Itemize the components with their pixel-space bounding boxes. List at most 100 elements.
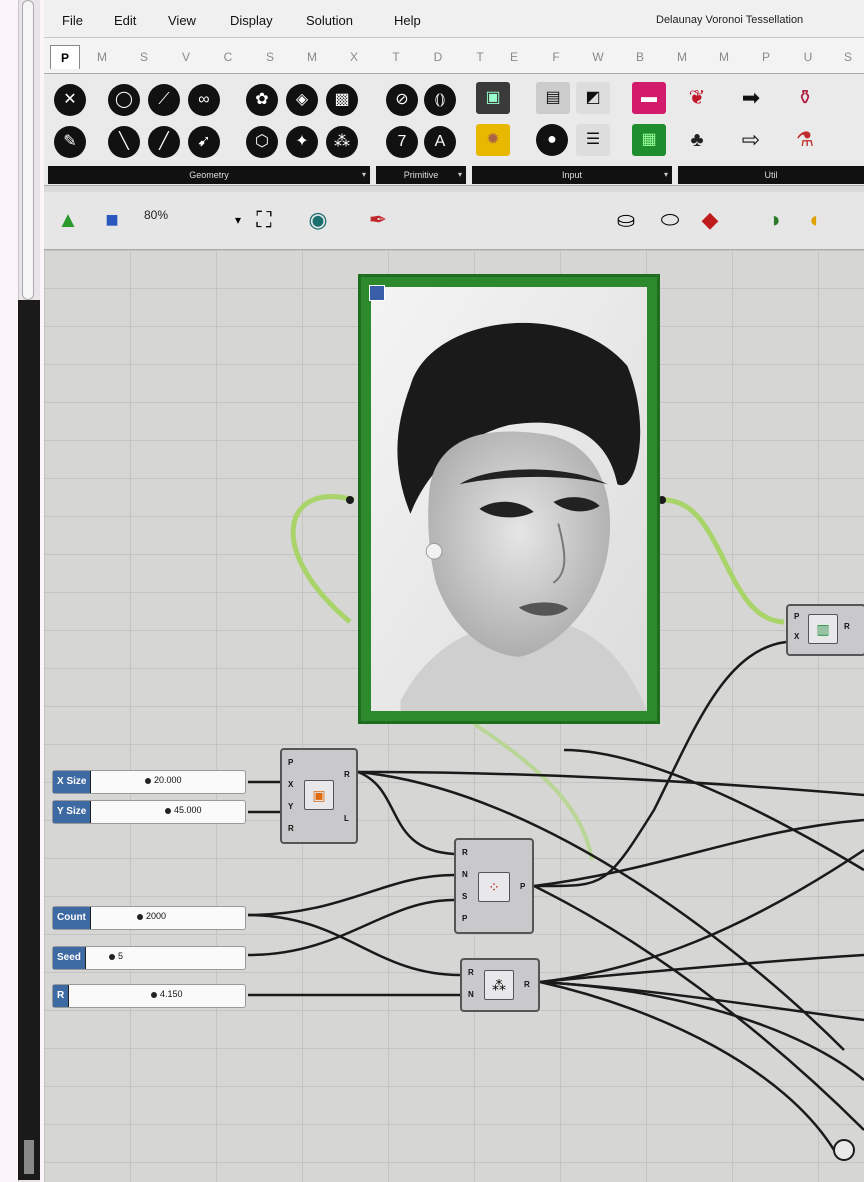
menu-file[interactable]: File <box>62 13 83 28</box>
tab-t[interactable]: T <box>378 45 414 69</box>
panel-icon[interactable]: ▤ <box>536 82 570 114</box>
menu-display[interactable]: Display <box>230 13 273 28</box>
tab-b[interactable]: B <box>622 45 658 69</box>
save-image-icon[interactable] <box>369 285 385 301</box>
sampler-input-p[interactable]: P <box>794 612 799 621</box>
util-group-label[interactable]: Util <box>678 166 864 184</box>
x-size-knob-icon[interactable] <box>145 777 151 784</box>
rectangle-component[interactable]: P X Y R ▣ R L <box>280 748 358 844</box>
zoom-level[interactable]: 80% <box>144 208 168 222</box>
count-knob-icon[interactable] <box>137 913 143 920</box>
pop-input-r[interactable]: R <box>462 848 468 857</box>
pop-input-n[interactable]: N <box>462 870 468 879</box>
open-file-icon[interactable]: ▲ <box>52 204 84 236</box>
sampler-output-r[interactable]: R <box>844 622 850 631</box>
colour-swatch-icon[interactable]: ▦ <box>632 124 666 156</box>
tab-s3[interactable]: S <box>830 45 864 69</box>
disable-icon[interactable]: ⬭ <box>654 204 686 236</box>
seed-knob-icon[interactable] <box>109 953 115 960</box>
tab-t2[interactable]: T <box>462 45 498 69</box>
graph-icon[interactable]: ◩ <box>576 82 610 114</box>
tab-p2[interactable]: P <box>748 45 784 69</box>
text-icon[interactable]: A <box>424 126 456 158</box>
sampler-input-x[interactable]: X <box>794 632 799 641</box>
curve-icon[interactable]: ⟋ <box>148 84 180 116</box>
cherry-icon[interactable]: ❦ <box>680 82 714 114</box>
arrow-right-outline-icon[interactable]: ⇨ <box>734 124 768 156</box>
rect-output-l[interactable]: L <box>344 814 349 823</box>
range-component[interactable]: R N ⁂ R <box>460 958 540 1012</box>
rect-input-p[interactable]: P <box>288 758 293 767</box>
tab-c[interactable]: C <box>210 45 246 69</box>
group-geometry-icon[interactable]: ⁂ <box>326 126 358 158</box>
primitive-group-label[interactable]: Primitive ▾ <box>376 166 466 184</box>
rect-input-r[interactable]: R <box>288 824 294 833</box>
rect-input-x[interactable]: X <box>288 780 293 789</box>
left-scroll-thumb[interactable] <box>24 1140 34 1174</box>
tab-m4[interactable]: M <box>706 45 742 69</box>
grasshopper-canvas[interactable]: X Size 20.000 Y Size 45.000 Count 2000 S… <box>44 250 864 1182</box>
tab-m[interactable]: M <box>84 45 120 69</box>
menu-solution[interactable]: Solution <box>306 13 353 28</box>
gear-param-icon[interactable]: ✿ <box>246 84 278 116</box>
y-size-slider[interactable]: Y Size 45.000 <box>52 800 246 824</box>
tab-v[interactable]: V <box>168 45 204 69</box>
tab-m2[interactable]: M <box>294 45 330 69</box>
tab-f[interactable]: F <box>538 45 574 69</box>
seed-slider[interactable]: Seed 5 <box>52 946 246 970</box>
menu-help[interactable]: Help <box>394 13 421 28</box>
tab-s2[interactable]: S <box>252 45 288 69</box>
count-slider[interactable]: Count 2000 <box>52 906 246 930</box>
circle-icon[interactable]: ◯ <box>108 84 140 116</box>
preview-eye-icon[interactable]: ◉ <box>302 204 334 236</box>
range-input-r[interactable]: R <box>468 968 474 977</box>
tab-p[interactable]: P <box>50 45 80 69</box>
x-size-slider[interactable]: X Size 20.000 <box>52 770 246 794</box>
arrow-right-filled-icon[interactable]: ➡ <box>734 82 768 114</box>
loop-icon[interactable]: ∞ <box>188 84 220 116</box>
rect-output-r[interactable]: R <box>344 770 350 779</box>
image-sampler-component[interactable]: P X ▥ R <box>786 604 864 656</box>
pop-input-p[interactable]: P <box>462 914 467 923</box>
tab-w[interactable]: W <box>580 45 616 69</box>
menu-edit[interactable]: Edit <box>114 13 136 28</box>
boolean-icon[interactable]: ⊘ <box>386 84 418 116</box>
bake-icon[interactable]: ⛀ <box>610 204 642 236</box>
pop-output-p[interactable]: P <box>520 882 525 891</box>
range-input-n[interactable]: N <box>468 990 474 999</box>
line-icon[interactable]: ╲ <box>108 126 140 158</box>
image-sampler-frame[interactable] <box>358 274 660 724</box>
sketch-pen-icon[interactable]: ✒ <box>362 204 394 236</box>
tab-x[interactable]: X <box>336 45 372 69</box>
zoom-extents-icon[interactable]: ⛶ <box>248 204 280 236</box>
field-icon[interactable]: ✦ <box>286 126 318 158</box>
preview-mode-icon[interactable]: ◆ <box>694 204 726 236</box>
left-scrollbar[interactable] <box>22 0 34 300</box>
potion-icon[interactable]: ⚱ <box>788 82 822 114</box>
range-output-r[interactable]: R <box>524 980 530 989</box>
segment-icon[interactable]: ╱ <box>148 126 180 158</box>
gradient-icon[interactable]: ▬ <box>632 82 666 114</box>
cross-circle-icon[interactable]: ✕ <box>54 84 86 116</box>
y-size-knob-icon[interactable] <box>165 807 171 814</box>
list-param-icon[interactable]: ☰ <box>576 124 610 156</box>
tab-e[interactable]: E <box>496 45 532 69</box>
r-knob-icon[interactable] <box>151 991 157 998</box>
r-slider[interactable]: R 4.150 <box>52 984 246 1008</box>
menu-view[interactable]: View <box>168 13 196 28</box>
mesh-icon[interactable]: ◈ <box>286 84 318 116</box>
geometry-group-label[interactable]: Geometry ▾ <box>48 166 370 184</box>
image-param-icon[interactable]: ▣ <box>476 82 510 114</box>
tree-icon[interactable]: ♣ <box>680 124 714 156</box>
input-group-label[interactable]: Input ▾ <box>472 166 672 184</box>
surface-icon[interactable]: ▩ <box>326 84 358 116</box>
sphere-icon[interactable]: ● <box>536 124 568 156</box>
pen-icon[interactable]: ✎ <box>54 126 86 158</box>
flask-icon[interactable]: ⚗ <box>788 124 822 156</box>
render-icon[interactable]: ◑ <box>758 204 790 236</box>
tab-m3[interactable]: M <box>664 45 700 69</box>
save-file-icon[interactable]: ■ <box>96 204 128 236</box>
vector-icon[interactable]: ➹ <box>188 126 220 158</box>
rect-input-y[interactable]: Y <box>288 802 293 811</box>
populate-component[interactable]: R N S P ⁘ P <box>454 838 534 934</box>
